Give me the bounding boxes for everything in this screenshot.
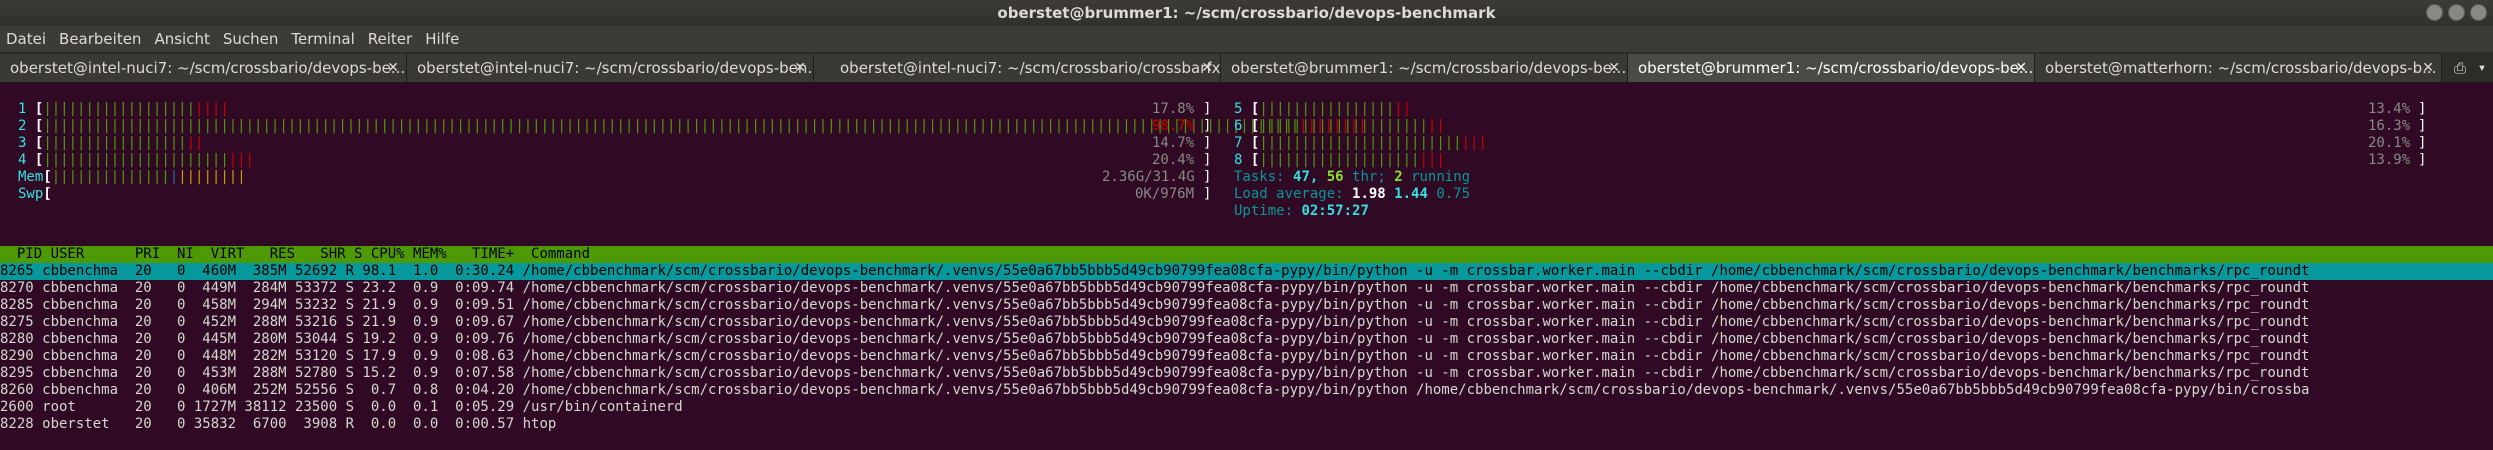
menu-ansicht[interactable]: Ansicht (154, 30, 209, 48)
tab-bar: oberstet@intel-nuci7: ~/scm/crossbario/d… (0, 52, 2493, 83)
cpu-meter-4: 4 [||||||||||||||||||||||||| (18, 152, 255, 168)
cpu-2-percent: 98.7% (1152, 118, 1195, 134)
tab-label: oberstet@matterhorn: ~/scm/crossbario/de… (2045, 59, 2437, 77)
cpu-7-percent: 20.1% (2368, 135, 2411, 151)
tab-3[interactable]: oberstet@intel-nuci7: ~/scm/crossbario/c… (814, 54, 1221, 82)
process-row[interactable]: 8260 cbbenchma 20 0 406M 252M 52556 S 0.… (0, 382, 2309, 399)
tab-label: oberstet@intel-nuci7: ~/scm/crossbario/c… (840, 59, 1221, 77)
cpu-1-percent: 17.8% (1152, 101, 1195, 117)
close-icon[interactable]: ✕ (1201, 54, 1213, 82)
close-button[interactable] (2470, 4, 2487, 21)
cpu-meter-6: 6 [|||||||||||||||||||||| (1234, 118, 1445, 134)
cpu-5-percent: 13.4% (2368, 101, 2411, 117)
process-row[interactable]: 8290 cbbenchma 20 0 448M 282M 53120 S 17… (0, 348, 2309, 365)
window-titlebar: oberstet@brummer1: ~/scm/crossbario/devo… (0, 0, 2493, 26)
cpu-3-percent: 14.7% (1152, 135, 1195, 151)
process-row-selected[interactable]: 8265 cbbenchma 20 0 460M 385M 52692 R 98… (0, 263, 2493, 280)
cpu-6-percent: 16.3% (2368, 118, 2411, 134)
menu-datei[interactable]: Datei (6, 30, 46, 48)
terminal[interactable]: 1 [|||||||||||||||||||||| 17.8% ] 2 [|||… (0, 84, 2493, 450)
cpu-meter-3: 3 [||||||||||||||||||| (18, 135, 204, 151)
process-row[interactable]: 8295 cbbenchma 20 0 453M 288M 52780 S 15… (0, 365, 2309, 382)
tab-6[interactable]: oberstet@matterhorn: ~/scm/crossbario/de… (2035, 54, 2442, 82)
tab-label: oberstet@intel-nuci7: ~/scm/crossbario/d… (417, 59, 814, 77)
tab-label: oberstet@intel-nuci7: ~/scm/crossbario/d… (10, 59, 406, 77)
cpu-meter-8: 8 [|||||||||||||||||||||| (1234, 152, 1445, 168)
tab-1[interactable]: oberstet@intel-nuci7: ~/scm/crossbario/d… (0, 54, 407, 82)
menu-reiter[interactable]: Reiter (368, 30, 412, 48)
menu-hilfe[interactable]: Hilfe (425, 30, 459, 48)
close-icon[interactable]: ✕ (2015, 54, 2027, 82)
close-icon[interactable]: ✕ (387, 54, 399, 82)
tab-menu-icon[interactable]: ▾ (2472, 54, 2492, 82)
cpu-meter-7: 7 [||||||||||||||||||||||||||| (1234, 135, 1487, 151)
process-row[interactable]: 8275 cbbenchma 20 0 452M 288M 53216 S 21… (0, 314, 2309, 331)
process-row[interactable]: 8285 cbbenchma 20 0 458M 294M 53232 S 21… (0, 297, 2309, 314)
swap-meter: Swp[ (18, 186, 52, 202)
tab-2[interactable]: oberstet@intel-nuci7: ~/scm/crossbario/d… (407, 54, 814, 82)
tab-4[interactable]: oberstet@brummer1: ~/scm/crossbario/devo… (1221, 54, 1628, 82)
tab-label: oberstet@brummer1: ~/scm/crossbario/devo… (1231, 59, 1627, 77)
menu-terminal[interactable]: Terminal (291, 30, 354, 48)
process-row[interactable]: 8228 oberstet 20 0 35832 6700 3908 R 0.0… (0, 416, 556, 433)
cpu-meter-5: 5 [|||||||||||||||||| (1234, 101, 1412, 117)
cpu-8-percent: 13.9% (2368, 152, 2411, 168)
close-icon[interactable]: ✕ (1608, 54, 1620, 82)
close-icon[interactable]: ✕ (794, 54, 806, 82)
menubar: Datei Bearbeiten Ansicht Suchen Terminal… (0, 26, 2493, 52)
uptime: Uptime: 02:57:27 (1234, 203, 1369, 219)
mem-value: 2.36G/31.4G (1102, 169, 1195, 185)
tab-label: oberstet@brummer1: ~/scm/crossbario/devo… (1638, 59, 2034, 77)
minimize-button[interactable] (2426, 4, 2443, 21)
cpu-meter-1: 1 [|||||||||||||||||||||| (18, 101, 229, 117)
new-tab-icon[interactable]: ⎙ (2449, 54, 2471, 82)
tab-5[interactable]: oberstet@brummer1: ~/scm/crossbario/devo… (1628, 54, 2035, 82)
close-icon[interactable]: ✕ (2422, 54, 2434, 82)
load-average: Load average: 1.98 1.44 0.75 (1234, 186, 1471, 202)
process-row[interactable]: 8280 cbbenchma 20 0 445M 280M 53044 S 19… (0, 331, 2309, 348)
tasks-summary: Tasks: 47, 56 thr; 2 running (1234, 169, 1471, 185)
maximize-button[interactable] (2448, 4, 2465, 21)
process-table-header[interactable]: PID USER PRI NI VIRT RES SHR S CPU% MEM%… (0, 246, 2493, 263)
cpu-4-percent: 20.4% (1152, 152, 1195, 168)
process-row[interactable]: 2600 root 20 0 1727M 38112 23500 S 0.0 0… (0, 399, 683, 416)
window-title: oberstet@brummer1: ~/scm/crossbario/devo… (997, 4, 1496, 22)
swap-value: 0K/976M (1135, 186, 1195, 202)
mem-meter: Mem[||||||||||||||||||||||| (18, 169, 246, 185)
process-row[interactable]: 8270 cbbenchma 20 0 449M 284M 53372 S 23… (0, 280, 2309, 297)
menu-bearbeiten[interactable]: Bearbeiten (59, 30, 141, 48)
menu-suchen[interactable]: Suchen (223, 30, 279, 48)
